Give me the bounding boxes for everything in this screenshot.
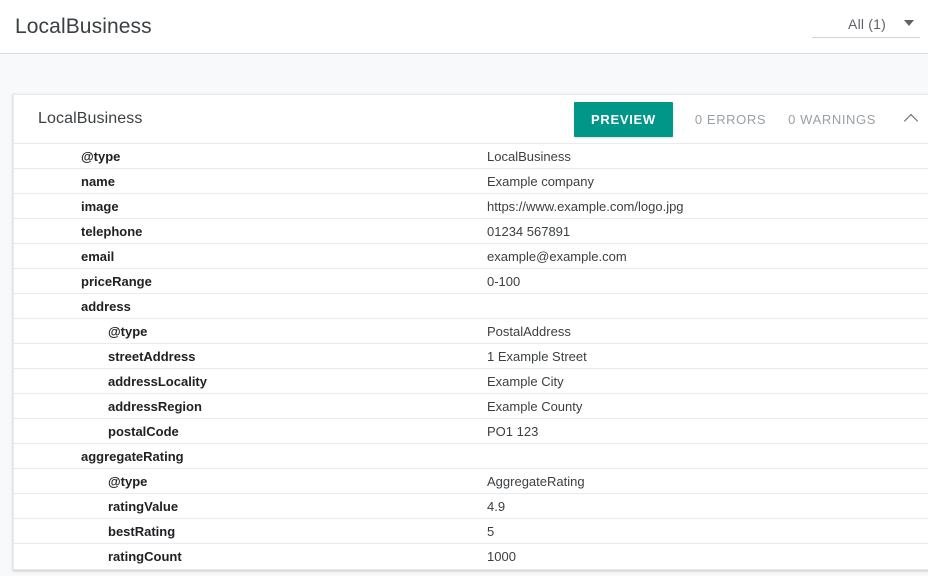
row-key: addressRegion xyxy=(108,398,202,414)
app-bar: LocalBusiness All (1) xyxy=(0,0,928,54)
row-key: ratingCount xyxy=(108,549,182,564)
chevron-up-icon xyxy=(903,113,919,129)
row-value: 1 Example Street xyxy=(487,348,587,364)
structured-data-rows: @type LocalBusiness name Example company ima… xyxy=(14,143,928,569)
result-filter-label: All (1) xyxy=(848,15,886,32)
table-row: name Example company xyxy=(14,169,928,194)
table-row: image https://www.example.com/logo.jpg xyxy=(14,194,928,219)
result-filter-select[interactable]: All (1) xyxy=(812,16,920,38)
row-value: Example company xyxy=(487,173,594,189)
table-row: email example@example.com xyxy=(14,244,928,269)
table-row: telephone 01234 567891 xyxy=(14,219,928,244)
row-value: LocalBusiness xyxy=(487,148,571,164)
warnings-count: 0 WARNINGS xyxy=(788,111,876,127)
row-key: streetAddress xyxy=(108,348,196,364)
row-key: aggregateRating xyxy=(81,448,184,464)
row-key: telephone xyxy=(81,223,143,239)
structured-data-card: LocalBusiness PREVIEW 0 ERRORS 0 WARNING… xyxy=(13,94,928,570)
row-value: https://www.example.com/logo.jpg xyxy=(487,198,684,214)
table-row: bestRating 5 xyxy=(14,519,928,544)
row-key: ratingValue xyxy=(108,498,179,514)
table-row: streetAddress 1 Example Street xyxy=(14,344,928,369)
row-value: 4.9 xyxy=(487,498,506,514)
row-key: @type xyxy=(81,148,121,164)
row-value: Example City xyxy=(487,373,564,389)
table-row: postalCode PO1 123 xyxy=(14,419,928,444)
row-key: @type xyxy=(108,323,148,339)
row-value: AggregateRating xyxy=(487,473,585,489)
table-row: @type AggregateRating xyxy=(14,469,928,494)
row-key: address xyxy=(81,298,131,314)
row-value: 01234 567891 xyxy=(487,223,571,239)
table-row: aggregateRating xyxy=(14,444,928,469)
row-key: postalCode xyxy=(108,423,179,439)
row-value: Example County xyxy=(487,398,583,414)
chevron-down-icon xyxy=(904,20,914,26)
table-row: priceRange 0-100 xyxy=(14,269,928,294)
table-row: addressLocality Example City xyxy=(14,369,928,394)
table-row: @type PostalAddress xyxy=(14,319,928,344)
row-key: @type xyxy=(108,473,148,489)
row-key: bestRating xyxy=(108,523,176,539)
row-value: PO1 123 xyxy=(487,423,539,439)
table-row: ratingCount 1000 xyxy=(14,544,928,569)
row-value: PostalAddress xyxy=(487,323,571,339)
card-header: LocalBusiness PREVIEW 0 ERRORS 0 WARNING… xyxy=(14,95,928,143)
table-row: address xyxy=(14,294,928,319)
row-value: 1000 xyxy=(487,549,516,564)
row-key: priceRange xyxy=(81,273,152,289)
errors-count: 0 ERRORS xyxy=(694,111,767,127)
row-value: example@example.com xyxy=(487,248,627,264)
card-title: LocalBusiness xyxy=(38,110,143,127)
page-title: LocalBusiness xyxy=(15,14,152,38)
row-key: email xyxy=(81,248,115,264)
collapse-card-button[interactable] xyxy=(900,108,922,130)
table-row: @type LocalBusiness xyxy=(14,144,928,169)
row-key: image xyxy=(81,198,119,214)
row-key: addressLocality xyxy=(108,373,207,389)
row-value: 0-100 xyxy=(487,273,521,289)
row-key: name xyxy=(81,173,115,189)
preview-button[interactable]: PREVIEW xyxy=(574,101,673,137)
table-row: ratingValue 4.9 xyxy=(14,494,928,519)
row-value: 5 xyxy=(487,523,495,539)
card-header-actions: PREVIEW 0 ERRORS 0 WARNINGS xyxy=(574,101,922,137)
table-row: addressRegion Example County xyxy=(14,394,928,419)
page-body: LocalBusiness PREVIEW 0 ERRORS 0 WARNING… xyxy=(0,54,928,576)
